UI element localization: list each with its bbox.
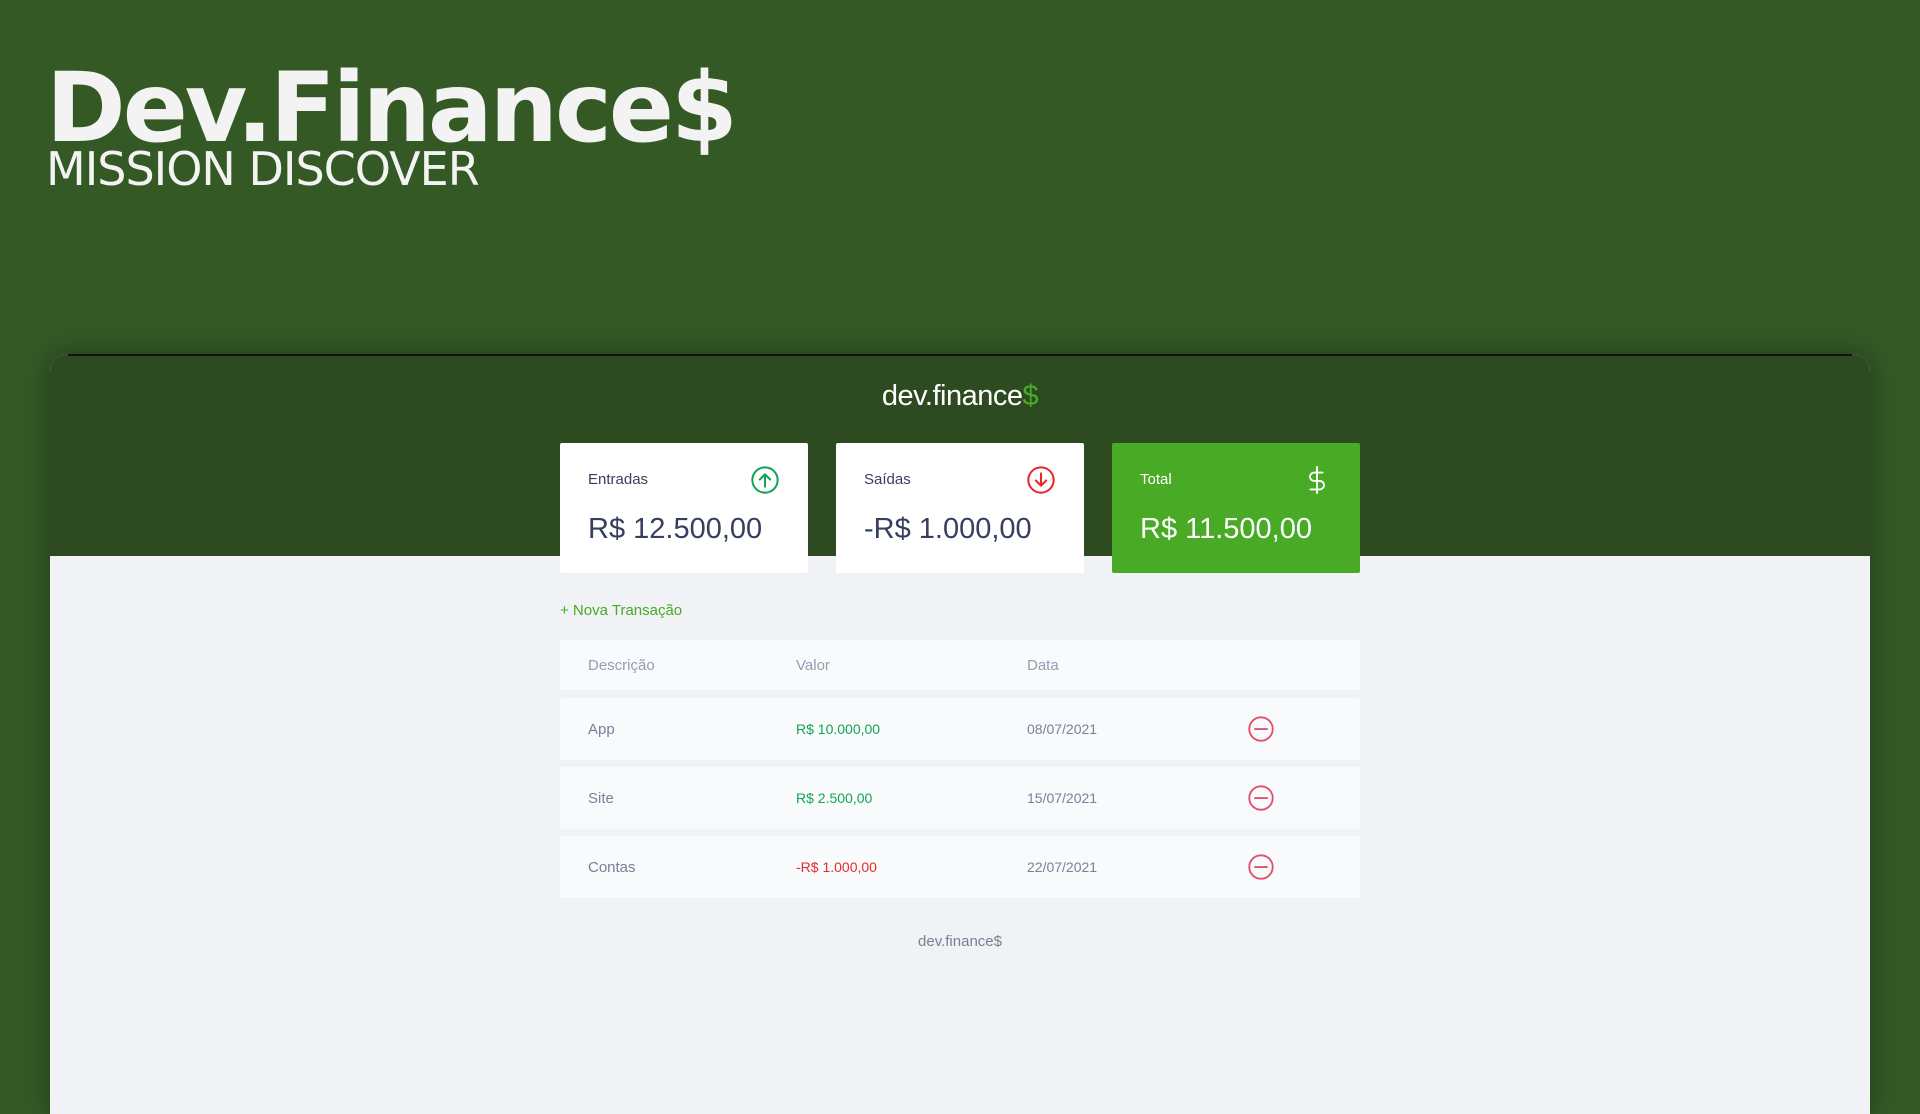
transaction-amount: R$ 2.500,00 [796, 790, 873, 806]
transaction-date: 15/07/2021 [1027, 790, 1098, 806]
table-header-row: Descrição Valor Data [560, 640, 1360, 690]
new-transaction-link[interactable]: + Nova Transação [560, 602, 682, 619]
transaction-date: 08/07/2021 [1027, 721, 1098, 737]
remove-transaction-icon[interactable] [1246, 714, 1276, 744]
arrow-down-circle-icon [1027, 466, 1055, 494]
total-card-value: R$ 11.500,00 [1140, 513, 1312, 545]
transaction-amount: R$ 10.000,00 [796, 721, 881, 737]
transaction-date: 22/07/2021 [1027, 859, 1098, 875]
expense-card-value: -R$ 1.000,00 [864, 513, 1032, 545]
transaction-description: Site [588, 789, 614, 807]
table-row: Contas -R$ 1.000,00 22/07/2021 [560, 836, 1360, 898]
transaction-actions [1246, 698, 1276, 760]
header-amount: Valor [796, 656, 830, 674]
income-card: Entradas R$ 12.500,00 [560, 443, 808, 573]
remove-transaction-icon[interactable] [1246, 852, 1276, 882]
total-card: Total R$ 11.500,00 [1112, 443, 1360, 573]
window-top-border [68, 354, 1852, 356]
table-row: Site R$ 2.500,00 15/07/2021 [560, 767, 1360, 829]
expense-card-label: Saídas [864, 471, 911, 488]
arrow-up-circle-icon [751, 466, 779, 494]
transaction-description: App [588, 720, 615, 738]
expense-card: Saídas -R$ 1.000,00 [836, 443, 1084, 573]
remove-transaction-icon[interactable] [1246, 783, 1276, 813]
balance-cards: Entradas R$ 12.500,00 Saídas -R$ 1.000,0… [560, 443, 1360, 573]
income-card-label: Entradas [588, 471, 649, 488]
dollar-sign-icon [1309, 465, 1325, 495]
header-description: Descrição [588, 656, 655, 674]
transaction-actions [1246, 836, 1276, 898]
app-window: dev.finance$ Entradas R$ 12.500,00 Saída… [50, 354, 1870, 1114]
app-logo: dev.finance$ [50, 380, 1870, 413]
table-row: App R$ 10.000,00 08/07/2021 [560, 698, 1360, 760]
income-card-value: R$ 12.500,00 [588, 513, 763, 545]
logo-text: dev.finance [881, 380, 1023, 412]
transaction-amount: -R$ 1.000,00 [796, 859, 877, 875]
header-date: Data [1027, 656, 1059, 674]
transaction-description: Contas [588, 858, 636, 876]
transaction-actions [1246, 767, 1276, 829]
total-card-label: Total [1140, 471, 1172, 488]
logo-dollar: $ [1022, 380, 1039, 412]
hero-banner: Dev.Finance$ MISSION DISCOVER [46, 58, 738, 192]
app-footer: dev.finance$ [918, 933, 1002, 950]
